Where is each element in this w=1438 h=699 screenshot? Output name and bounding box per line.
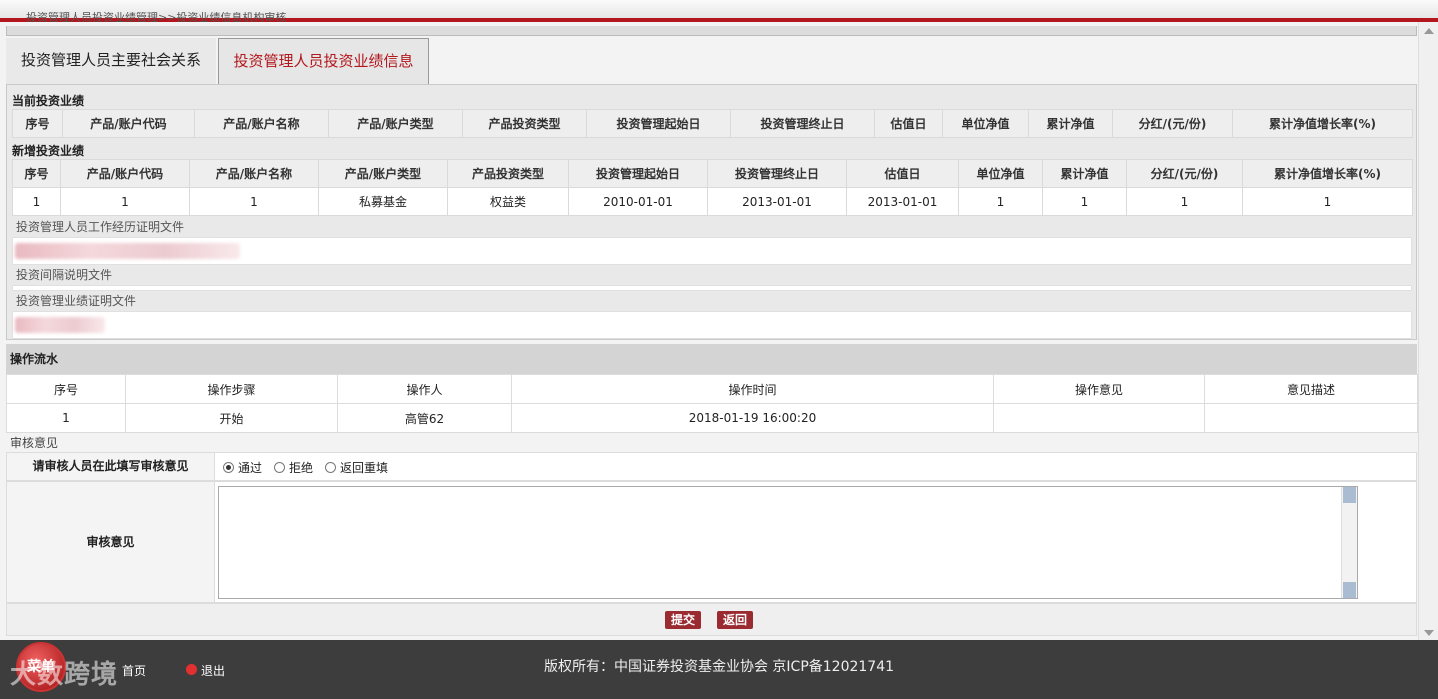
performance-panel: 当前投资业绩 序号 产品/账户代码 产品/账户名称 产品/账户类型 产品投资类型 投资管理…	[6, 84, 1417, 340]
tab-social-relations[interactable]: 投资管理人员主要社会关系	[6, 38, 216, 84]
table-header-cell: 单位净值	[942, 109, 1029, 138]
table-header-cell: 操作步骤	[125, 374, 338, 404]
opinion-label: 审核意见	[7, 482, 215, 602]
table-header-cell: 产品/账户代码	[60, 159, 190, 188]
review-prompt-label: 请审核人员在此填写审核意见	[7, 453, 215, 480]
table-header-cell: 累计净值增长率(%)	[1232, 109, 1413, 138]
table-header-cell: 投资管理终止日	[707, 159, 847, 188]
textarea-scrollbar[interactable]	[1341, 487, 1357, 598]
top-header: 投资管理人员投资业绩管理>>投资业绩信息机构审核	[0, 0, 1438, 22]
table-cell: 1	[189, 187, 319, 216]
table-header-cell: 估值日	[846, 159, 959, 188]
table-header-cell: 操作意见	[993, 374, 1205, 404]
table-cell: 2013-01-01	[707, 187, 847, 216]
page-scrollbar[interactable]	[1418, 22, 1438, 642]
table-header-cell: 意见描述	[1204, 374, 1418, 404]
scroll-up-icon[interactable]	[1424, 28, 1434, 34]
new-perf-table: 序号 产品/账户代码 产品/账户名称 产品/账户类型 产品投资类型 投资管理起始日 投资管理…	[12, 159, 1413, 216]
table-cell	[1204, 403, 1418, 433]
table-row: 1 1 1 私募基金 权益类 2010-01-01 2013-01-01 2013-01-01…	[12, 187, 1413, 216]
current-perf-title: 当前投资业绩	[12, 94, 85, 108]
table-header-cell: 分红/(元/份)	[1112, 109, 1233, 138]
table-cell: 权益类	[447, 187, 569, 216]
table-cell: 2010-01-01	[568, 187, 708, 216]
table-header-cell: 序号	[12, 109, 63, 138]
table-header-cell: 投资管理起始日	[586, 109, 731, 138]
table-header-cell: 累计净值	[1028, 109, 1113, 138]
table-cell: 1	[6, 403, 126, 433]
table-cell: 1	[12, 187, 61, 216]
table-cell: 2018-01-19 16:00:20	[511, 403, 994, 433]
copyright: 版权所有：中国证券投资基金业协会 京ICP备12021741	[543, 659, 895, 675]
table-header-cell: 估值日	[874, 109, 943, 138]
flow-table: 序号 操作步骤 操作人 操作时间 操作意见 意见描述 1 开始 高管62 2018-01-19 …	[6, 374, 1418, 433]
table-header-cell: 产品/账户名称	[194, 109, 329, 138]
current-perf-table: 序号 产品/账户代码 产品/账户名称 产品/账户类型 产品投资类型 投资管理起始日 投资管理…	[12, 109, 1413, 138]
table-header-cell: 产品/账户类型	[328, 109, 463, 138]
table-cell: 开始	[125, 403, 338, 433]
breadcrumb: 投资管理人员投资业绩管理>>投资业绩信息机构审核	[26, 12, 287, 22]
flow-title: 操作流水	[6, 344, 1417, 374]
table-cell: 高管62	[337, 403, 512, 433]
radio-reject[interactable]	[274, 462, 286, 473]
table-cell: 1	[1042, 187, 1127, 216]
review-opinion-row: 审核意见	[6, 481, 1417, 603]
perf-proof-file[interactable]	[12, 311, 1412, 339]
table-header-cell: 产品/账户名称	[189, 159, 319, 188]
option-label: 通过	[238, 461, 263, 475]
scroll-down-icon[interactable]	[1424, 630, 1434, 636]
table-header-cell: 累计净值增长率(%)	[1242, 159, 1413, 188]
footer: 菜单 大数跨境 首页 退出 版权所有：中国证券投资基金业协会 京ICP备1202…	[0, 640, 1438, 699]
breadcrumb-strip	[6, 26, 1417, 36]
table-header-cell: 产品投资类型	[447, 159, 569, 188]
radio-approve[interactable]	[223, 462, 234, 473]
option-label: 拒绝	[289, 461, 314, 475]
scroll-down-icon[interactable]	[1343, 582, 1356, 598]
tab-investment-performance[interactable]: 投资管理人员投资业绩信息	[218, 38, 429, 84]
radio-return[interactable]	[325, 462, 337, 473]
review-section-label: 审核意见	[10, 436, 59, 450]
option-return[interactable]: 返回重填	[325, 459, 388, 476]
option-reject[interactable]: 拒绝	[274, 459, 313, 476]
table-header-cell: 产品投资类型	[462, 109, 587, 138]
submit-button[interactable]: 提交	[665, 611, 702, 629]
perf-proof-label: 投资管理业绩证明文件	[12, 291, 1412, 311]
opinion-textarea[interactable]	[218, 486, 1358, 599]
table-cell: 私募基金	[318, 187, 448, 216]
review-decision-row: 请审核人员在此填写审核意见 通过 拒绝 返回重填	[6, 452, 1417, 481]
table-cell	[993, 403, 1205, 433]
table-cell: 1	[958, 187, 1043, 216]
option-approve[interactable]: 通过	[223, 459, 262, 476]
new-perf-title: 新增投资业绩	[12, 144, 85, 158]
review-options: 通过 拒绝 返回重填	[223, 459, 388, 476]
action-bar: 提交 返回	[6, 603, 1417, 636]
work-proof-file[interactable]	[12, 237, 1412, 265]
table-header-cell: 序号	[12, 159, 61, 188]
redacted-file-link[interactable]	[15, 317, 105, 333]
table-cell: 2013-01-01	[846, 187, 959, 216]
option-label: 返回重填	[340, 461, 389, 475]
scroll-up-icon[interactable]	[1343, 487, 1356, 503]
gap-note-label: 投资间隔说明文件	[12, 265, 1412, 285]
redacted-file-link[interactable]	[15, 243, 240, 259]
table-cell: 1	[1242, 187, 1413, 216]
table-header-cell: 投资管理终止日	[730, 109, 875, 138]
table-cell: 1	[1126, 187, 1243, 216]
table-header-cell: 操作人	[337, 374, 512, 404]
table-header-cell: 序号	[6, 374, 126, 404]
table-header-cell: 产品/账户代码	[62, 109, 195, 138]
table-row: 1 开始 高管62 2018-01-19 16:00:20	[6, 403, 1418, 433]
table-header-cell: 累计净值	[1042, 159, 1127, 188]
table-cell: 1	[60, 187, 190, 216]
table-header-cell: 产品/账户类型	[318, 159, 448, 188]
work-proof-label: 投资管理人员工作经历证明文件	[12, 217, 1412, 237]
back-button[interactable]: 返回	[717, 611, 754, 629]
table-header-cell: 投资管理起始日	[568, 159, 708, 188]
table-header-cell: 分红/(元/份)	[1126, 159, 1243, 188]
table-header-cell: 操作时间	[511, 374, 994, 404]
table-header-cell: 单位净值	[958, 159, 1043, 188]
